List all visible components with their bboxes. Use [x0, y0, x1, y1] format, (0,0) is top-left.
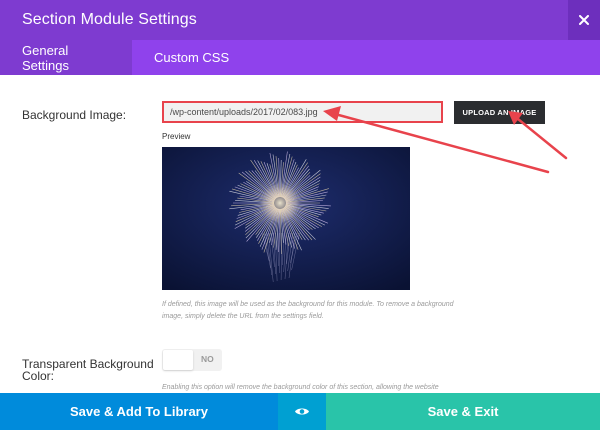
close-button[interactable] [568, 0, 600, 40]
preview-label: Preview [162, 132, 191, 141]
tab-custom-css[interactable]: Custom CSS [132, 40, 251, 75]
transparent-bg-help: Enabling this option will remove the bac… [162, 384, 439, 391]
settings-tabs: General Settings Custom CSS [0, 40, 600, 75]
background-image-help-line1: If defined, this image will be used as t… [162, 301, 454, 308]
fireworks-image [162, 147, 410, 290]
upload-image-button[interactable]: UPLOAD AN IMAGE [454, 101, 545, 124]
eye-icon [295, 408, 309, 415]
background-image-preview [162, 147, 410, 290]
background-image-url-input[interactable] [162, 101, 443, 123]
background-image-label: Background Image: [22, 108, 127, 122]
transparent-bg-label-line2: Color: [22, 369, 55, 383]
tab-general-settings[interactable]: General Settings [0, 40, 132, 75]
toggle-knob [163, 350, 193, 370]
transparent-bg-toggle[interactable]: NO [162, 349, 222, 371]
settings-content: Background Image: UPLOAD AN IMAGE Previe… [0, 75, 600, 393]
save-add-to-library-button[interactable]: Save & Add To Library [0, 393, 278, 430]
save-and-exit-button[interactable]: Save & Exit [326, 393, 600, 430]
close-icon [579, 15, 589, 25]
toggle-state-label: NO [201, 354, 214, 364]
modal-title: Section Module Settings [22, 11, 197, 28]
background-image-help-line2: image, simply delete the URL from the se… [162, 313, 324, 320]
preview-button[interactable] [278, 393, 326, 430]
modal-header: Section Module Settings [0, 0, 600, 40]
modal-footer: Save & Add To Library Save & Exit [0, 393, 600, 430]
